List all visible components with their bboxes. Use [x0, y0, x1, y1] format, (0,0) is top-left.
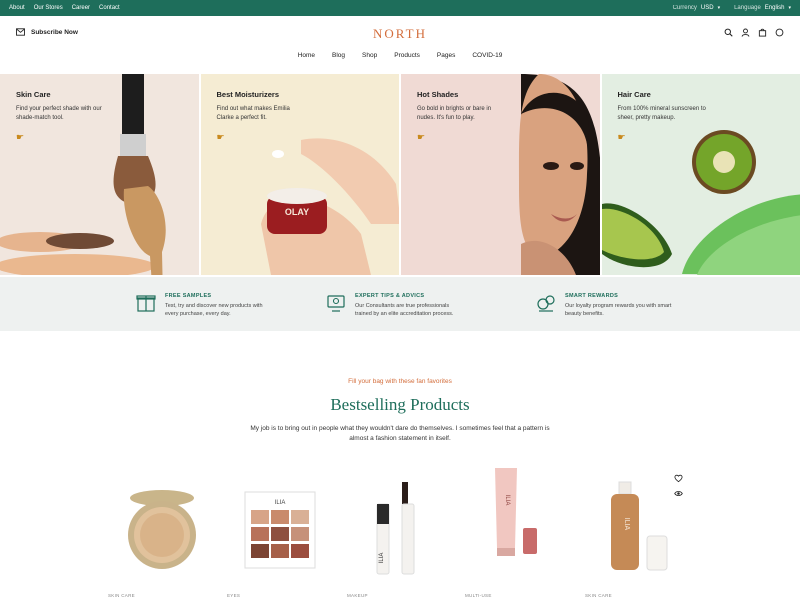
hero-description: From 100% mineral sunscreen to sheer, pr…	[617, 106, 706, 122]
hero-panel-hair-care[interactable]: Hair Care From 100% mineral sunscreen to…	[601, 74, 800, 275]
lip-tint-tube-image: ILIA	[495, 468, 537, 556]
svg-text:OLAY: OLAY	[284, 207, 308, 217]
feature-smart-rewards: SMART REWARDS Our loyalty program reward…	[535, 292, 673, 319]
heart-icon[interactable]	[674, 474, 683, 483]
product-card[interactable]: ILIA SKIN CARE	[585, 460, 701, 600]
nav-blog[interactable]: Blog	[332, 52, 345, 59]
feature-title: EXPERT TIPS & ADVICS	[355, 293, 425, 299]
top-link-contact[interactable]: Contact	[99, 5, 120, 11]
pointing-hand-icon[interactable]: ☛	[217, 132, 225, 143]
chevron-down-icon: ▾	[788, 5, 791, 11]
hero-title: Skin Care	[16, 90, 51, 99]
nav-shop[interactable]: Shop	[362, 52, 377, 59]
pointing-hand-icon[interactable]: ☛	[618, 132, 626, 143]
hero-title: Best Moisturizers	[216, 90, 280, 99]
compact-powder-image	[128, 490, 196, 569]
pointing-hand-icon[interactable]: ☛	[417, 132, 425, 143]
product-category: SKIN CARE	[585, 593, 612, 598]
site-logo[interactable]: NORTH	[0, 26, 800, 42]
feature-text: FREE SAMPLES Test, try and discover new …	[165, 292, 273, 319]
nav-home[interactable]: Home	[298, 52, 315, 59]
feature-title: SMART REWARDS	[565, 293, 619, 299]
bestsellers-kicker: Fill your bag with these fan favorites	[348, 378, 452, 385]
product-card[interactable]: SKIN CARE	[108, 460, 224, 600]
hero-panel-hot-shades[interactable]: Hot Shades Go bold in brights or bare in…	[401, 74, 602, 275]
search-icon[interactable]	[724, 28, 733, 37]
product-category: MULTI-USE	[465, 593, 492, 598]
circle-icon[interactable]	[775, 28, 784, 37]
feature-text: SMART REWARDS Our loyalty program reward…	[565, 292, 673, 319]
nav-pages[interactable]: Pages	[437, 52, 455, 59]
pointing-hand-icon[interactable]: ☛	[16, 132, 24, 143]
feature-description: Test, try and discover new products with…	[165, 303, 263, 318]
product-card[interactable]: ILIA EYES	[227, 460, 343, 600]
nav-covid-19[interactable]: COVID-19	[472, 52, 502, 59]
hero-banner: Skin Care Find your perfect shade with o…	[0, 74, 800, 275]
rewards-icon	[537, 295, 555, 312]
product-quick-actions	[674, 474, 683, 498]
product-category: EYES	[227, 593, 241, 598]
cart-icon[interactable]	[758, 28, 767, 37]
header-icons	[724, 28, 784, 37]
language-selector[interactable]: Language English ▾	[734, 5, 791, 11]
main-nav: Home Blog Shop Products Pages COVID-19	[0, 52, 800, 59]
svg-text:ILIA: ILIA	[623, 518, 630, 531]
hero-description: Find your perfect shade with our shade-m…	[16, 106, 102, 122]
currency-label: Currency	[672, 5, 697, 11]
top-selectors: Currency USD ▾ Language English ▾	[673, 5, 791, 11]
bestsellers-title: Bestselling Products	[330, 395, 470, 414]
feature-description: Our Consultants are true professionals t…	[355, 303, 454, 318]
site-header: Subscribe Now NORTH Home Blog Shop Produ…	[0, 16, 800, 68]
gift-box-icon	[136, 295, 156, 312]
language-label: Language	[734, 5, 761, 11]
hero-description: Find out what makes Emilia Clarke a perf…	[216, 106, 290, 122]
hero-panel-best-moisturizers[interactable]: OLAY Best Moisturizers Find out what mak…	[200, 74, 401, 275]
feature-expert-tips: EXPERT TIPS & ADVICS Our Consultants are…	[325, 292, 463, 319]
svg-text:ILIA: ILIA	[275, 500, 286, 506]
product-category: MAKEUP	[347, 593, 368, 598]
eyeshadow-palette-image: ILIA	[244, 491, 316, 569]
feature-free-samples: FREE SAMPLES Test, try and discover new …	[135, 292, 273, 319]
features-strip: FREE SAMPLES Test, try and discover new …	[0, 277, 800, 331]
chevron-down-icon: ▾	[717, 5, 721, 11]
top-link-about[interactable]: About	[9, 5, 25, 11]
feature-title: FREE SAMPLES	[165, 293, 212, 299]
language-value: English	[764, 5, 785, 11]
serum-bottle-image: ILIA	[611, 481, 668, 571]
top-link-career[interactable]: Career	[72, 5, 90, 11]
top-bar: About Our Stores Career Contact Currency…	[0, 0, 800, 16]
eye-icon[interactable]	[674, 489, 683, 498]
product-card[interactable]: ILIA MAKEUP	[347, 460, 463, 600]
bestsellers-description: My job is to bring out in people what th…	[250, 425, 550, 443]
feature-description: Our loyalty program rewards you with sma…	[565, 303, 672, 318]
svg-text:ILIA: ILIA	[504, 495, 510, 506]
feature-text: EXPERT TIPS & ADVICS Our Consultants are…	[355, 292, 463, 319]
mascara-image: ILIA	[376, 482, 415, 575]
consultant-icon	[327, 295, 345, 312]
nav-products[interactable]: Products	[394, 52, 420, 59]
hero-panel-skin-care[interactable]: Skin Care Find your perfect shade with o…	[0, 74, 201, 275]
product-category: SKIN CARE	[108, 593, 135, 598]
currency-value: USD	[700, 5, 714, 11]
svg-text:ILIA: ILIA	[379, 553, 385, 564]
currency-selector[interactable]: Currency USD ▾	[673, 5, 721, 11]
product-card[interactable]: ILIA MULTI-USE	[465, 460, 581, 600]
top-link-our-stores[interactable]: Our Stores	[34, 5, 63, 11]
hero-title: Hot Shades	[417, 90, 459, 99]
hero-title: Hair Care	[617, 90, 651, 99]
user-icon[interactable]	[741, 28, 750, 37]
hero-description: Go bold in brights or bare in nudes. It'…	[417, 106, 492, 122]
top-links: About Our Stores Career Contact	[9, 5, 120, 11]
